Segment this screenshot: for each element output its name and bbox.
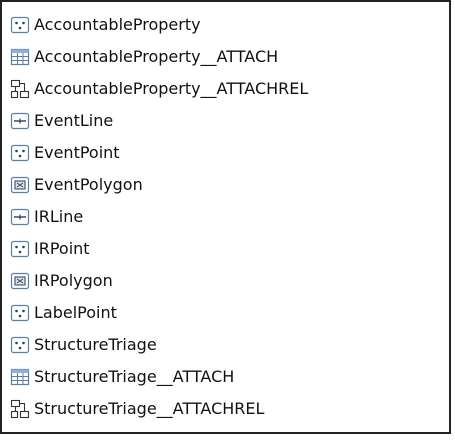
list-item[interactable]: StructureTriage__ATTACHREL	[10, 393, 308, 425]
line-feature-class-icon	[10, 207, 30, 227]
list-item-label: EventPoint	[34, 143, 120, 162]
list-item[interactable]: EventPolygon	[10, 169, 308, 201]
line-feature-class-icon	[10, 111, 30, 131]
list-item[interactable]: IRLine	[10, 201, 308, 233]
list-item[interactable]: AccountableProperty	[10, 9, 308, 41]
point-feature-class-icon	[10, 239, 30, 259]
polygon-feature-class-icon	[10, 175, 30, 195]
list-item[interactable]: StructureTriage	[10, 329, 308, 361]
table-icon	[10, 367, 30, 387]
feature-class-list: AccountableProperty AccountableProperty__…	[10, 9, 308, 425]
list-item[interactable]: IRPolygon	[10, 265, 308, 297]
list-item[interactable]: StructureTriage__ATTACH	[10, 361, 308, 393]
list-item[interactable]: EventPoint	[10, 137, 308, 169]
point-feature-class-icon	[10, 335, 30, 355]
list-item[interactable]: IRPoint	[10, 233, 308, 265]
list-item-label: EventPolygon	[34, 175, 143, 194]
list-item[interactable]: AccountableProperty__ATTACH	[10, 41, 308, 73]
list-item-label: AccountableProperty__ATTACHREL	[34, 79, 309, 98]
list-item-label: AccountableProperty__ATTACH	[34, 47, 279, 66]
list-item-label: StructureTriage__ATTACH	[34, 367, 235, 386]
table-icon	[10, 47, 30, 67]
point-feature-class-icon	[10, 143, 30, 163]
catalog-contents-panel: AccountableProperty AccountableProperty__…	[0, 0, 451, 434]
list-item-label: LabelPoint	[34, 303, 117, 322]
list-item[interactable]: EventLine	[10, 105, 308, 137]
polygon-feature-class-icon	[10, 271, 30, 291]
list-item[interactable]: LabelPoint	[10, 297, 308, 329]
point-feature-class-icon	[10, 303, 30, 323]
list-item-label: EventLine	[34, 111, 114, 130]
relationship-class-icon	[10, 399, 30, 419]
list-item[interactable]: AccountableProperty__ATTACHREL	[10, 73, 308, 105]
relationship-class-icon	[10, 79, 30, 99]
list-item-label: StructureTriage	[34, 335, 157, 354]
list-item-label: AccountableProperty	[34, 15, 201, 34]
list-item-label: IRPoint	[34, 239, 90, 258]
list-item-label: IRPolygon	[34, 271, 113, 290]
point-feature-class-icon	[10, 15, 30, 35]
list-item-label: IRLine	[34, 207, 84, 226]
list-item-label: StructureTriage__ATTACHREL	[34, 399, 265, 418]
